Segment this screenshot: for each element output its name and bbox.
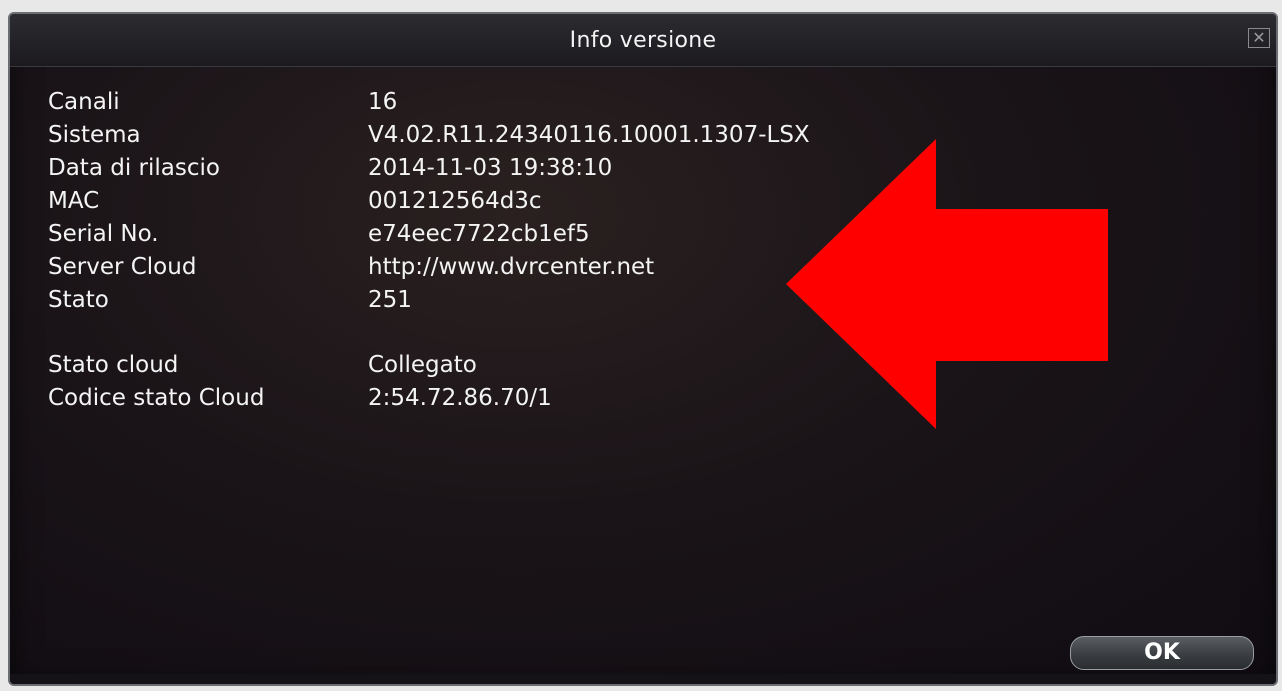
dialog-title: Info versione xyxy=(569,28,717,53)
info-row-serial: Serial No. e74eec7722cb1ef5 xyxy=(48,218,810,251)
row-value: 001212564d3c xyxy=(368,188,542,214)
row-label: Canali xyxy=(48,89,120,115)
red-arrow-icon xyxy=(786,139,1108,429)
info-version-dialog: Info versione ✕ Canali 16 Sistema V4.02.… xyxy=(8,12,1278,686)
row-label: Data di rilascio xyxy=(48,155,220,181)
info-row-stato: Stato 251 xyxy=(48,284,810,317)
row-value: 2:54.72.86.70/1 xyxy=(368,385,552,411)
row-label: Server Cloud xyxy=(48,254,197,280)
info-row-mac: MAC 001212564d3c xyxy=(48,185,810,218)
info-row-codice-stato-cloud: Codice stato Cloud 2:54.72.86.70/1 xyxy=(48,382,810,415)
row-label: Stato xyxy=(48,287,109,313)
info-row-sistema: Sistema V4.02.R11.24340116.10001.1307-LS… xyxy=(48,119,810,152)
row-value: 16 xyxy=(368,89,398,115)
info-table: Canali 16 Sistema V4.02.R11.24340116.100… xyxy=(48,86,810,415)
row-label: Sistema xyxy=(48,122,141,148)
row-value: 251 xyxy=(368,287,412,313)
row-label: Serial No. xyxy=(48,221,159,247)
title-bar: Info versione ✕ xyxy=(10,14,1276,67)
info-row-canali: Canali 16 xyxy=(48,86,810,119)
info-row-data-rilascio: Data di rilascio 2014-11-03 19:38:10 xyxy=(48,152,810,185)
row-label: MAC xyxy=(48,188,100,214)
row-value: 2014-11-03 19:38:10 xyxy=(368,155,613,181)
row-value: e74eec7722cb1ef5 xyxy=(368,221,590,247)
close-icon[interactable]: ✕ xyxy=(1248,28,1270,48)
ok-button[interactable]: OK xyxy=(1070,636,1254,670)
bottom-strip xyxy=(10,674,1276,684)
row-spacer xyxy=(48,317,810,349)
row-label: Codice stato Cloud xyxy=(48,385,265,411)
info-row-server-cloud: Server Cloud http://www.dvrcenter.net xyxy=(48,251,810,284)
info-row-stato-cloud: Stato cloud Collegato xyxy=(48,349,810,382)
row-value: http://www.dvrcenter.net xyxy=(368,254,655,280)
row-value: Collegato xyxy=(368,352,477,378)
row-value: V4.02.R11.24340116.10001.1307-LSX xyxy=(368,122,810,148)
row-label: Stato cloud xyxy=(48,352,179,378)
